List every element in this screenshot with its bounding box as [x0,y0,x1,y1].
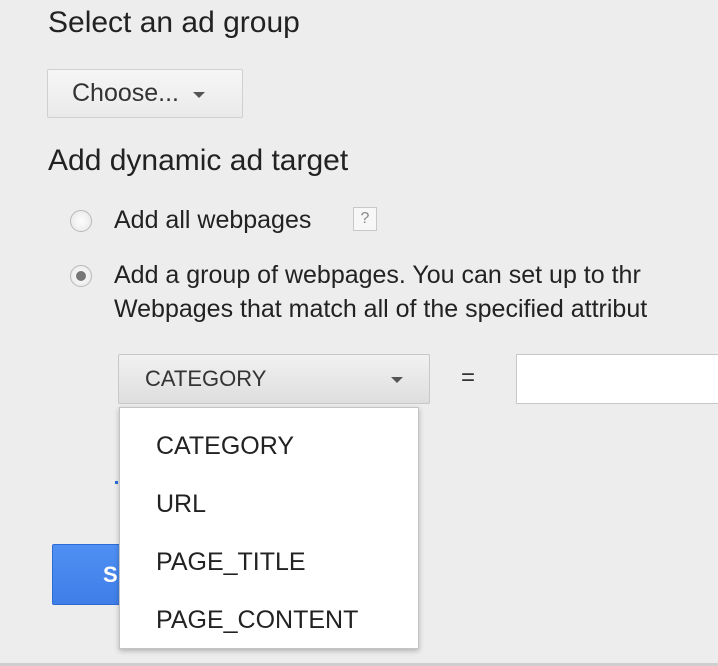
ad-group-select[interactable]: Choose... [47,69,243,118]
radio-add-group-label-line1[interactable]: Add a group of webpages. You can set up … [114,261,641,290]
radio-add-group-of-webpages[interactable] [70,265,92,287]
dropdown-option-category[interactable]: CATEGORY [120,417,418,475]
radio-add-all-webpages-label[interactable]: Add all webpages [114,206,311,235]
ad-group-heading: Select an ad group [48,6,300,39]
dynamic-target-heading: Add dynamic ad target [48,144,349,177]
operator-label: = [461,364,476,391]
chevron-down-icon [193,92,206,98]
attribute-value-input[interactable] [516,354,718,404]
attribute-dropdown-menu: CATEGORY URL PAGE_TITLE PAGE_CONTENT [119,407,419,649]
chevron-down-icon [391,377,403,383]
link-fragment [115,481,118,484]
radio-add-group-label-line2[interactable]: Webpages that match all of the specified… [114,295,647,324]
radio-add-all-webpages[interactable] [70,210,92,232]
attribute-select[interactable]: CATEGORY [118,354,430,404]
dropdown-option-page-content[interactable]: PAGE_CONTENT [120,591,418,649]
ad-group-select-label: Choose... [72,79,180,107]
dropdown-option-page-title[interactable]: PAGE_TITLE [120,533,418,591]
attribute-select-value: CATEGORY [145,366,267,391]
help-icon[interactable]: ? [353,207,377,231]
dropdown-option-url[interactable]: URL [120,475,418,533]
